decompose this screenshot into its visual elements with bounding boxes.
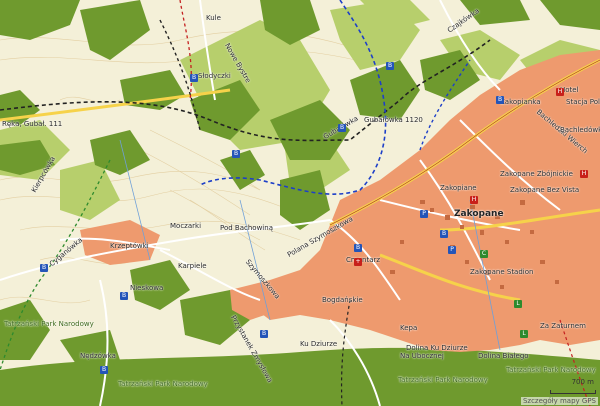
hotel-icon[interactable]: H bbox=[580, 170, 588, 178]
parking-icon[interactable]: P bbox=[420, 210, 428, 218]
bus-stop-icon[interactable]: B bbox=[260, 330, 268, 338]
label-dolina-bialego: Dolina Białego bbox=[478, 352, 529, 360]
bus-stop-icon[interactable]: B bbox=[190, 74, 198, 82]
hotel-icon[interactable]: H bbox=[556, 88, 564, 96]
label-kule: Kule bbox=[206, 14, 221, 22]
label-zakopane: Zakopane bbox=[454, 209, 504, 219]
label-pod-bachowina: Pod Bachowiną bbox=[220, 224, 273, 232]
label-zakopiane: Zakopiane bbox=[440, 184, 477, 192]
label-zakopianka: Zakopianka bbox=[500, 98, 541, 106]
label-slodyczki: Słodyczki bbox=[198, 72, 231, 80]
bus-stop-icon[interactable]: B bbox=[100, 366, 108, 374]
bus-stop-icon[interactable]: B bbox=[40, 264, 48, 272]
scale-bar bbox=[550, 386, 596, 394]
bus-stop-icon[interactable]: B bbox=[440, 230, 448, 238]
label-na-ubocznej: Na Ubocznej bbox=[400, 352, 444, 360]
label-dolina-ku-dziurze: Dolina Ku Dziurze bbox=[406, 344, 468, 352]
label-bachledowka: Bachledówka bbox=[560, 126, 600, 134]
bus-stop-icon[interactable]: B bbox=[496, 96, 504, 104]
bus-stop-icon[interactable]: B bbox=[232, 150, 240, 158]
label-nieskowa: Nieskowa bbox=[130, 284, 164, 292]
label-ku-dziurze: Ku Dziurze bbox=[300, 340, 338, 348]
lift-icon[interactable]: L bbox=[514, 300, 522, 308]
label-tpn-east: Tatrzański Park Narodowy bbox=[506, 366, 596, 374]
label-tpn-southeast: Tatrzański Park Narodowy bbox=[398, 376, 488, 384]
church-icon[interactable]: + bbox=[354, 258, 362, 266]
parking-icon[interactable]: P bbox=[448, 246, 456, 254]
hotel-icon[interactable]: H bbox=[470, 196, 478, 204]
label-reka-gubal: Ręka, Gubał. 111 bbox=[2, 120, 63, 128]
label-moczarki: Moczarki bbox=[170, 222, 202, 230]
bus-stop-icon[interactable]: B bbox=[338, 124, 346, 132]
label-karpiele: Karpiele bbox=[178, 262, 207, 270]
label-tpn-west: Tatrzański Park Narodowy bbox=[4, 320, 94, 328]
label-krzeptowki: Krzeptówki bbox=[110, 242, 149, 250]
label-gubalowka-1120: Gubałówka 1120 bbox=[364, 116, 423, 124]
label-zakopane-stadion: Zakopane Stadion bbox=[470, 268, 534, 276]
label-nedzowka: Nędzówka bbox=[80, 352, 116, 360]
label-cmentarz: Cmentarz bbox=[346, 256, 381, 264]
cable-car-icon[interactable]: C bbox=[480, 250, 488, 258]
bus-stop-icon[interactable]: B bbox=[120, 292, 128, 300]
label-stacja-polar: Stacja Polar bbox=[566, 98, 600, 106]
map-canvas[interactable]: Kule Słodyczki Nowe Bystre Czajkówka Bac… bbox=[0, 0, 600, 406]
bus-stop-icon[interactable]: B bbox=[354, 244, 362, 252]
label-zakopane-bez-vista: Zakopane Bez Vista bbox=[510, 186, 580, 194]
label-kepa: Kepa bbox=[400, 324, 418, 332]
label-za-zaturnem: Za Zaturnem bbox=[540, 322, 586, 330]
scale-label: 700 m bbox=[571, 378, 594, 386]
lift-icon[interactable]: L bbox=[520, 330, 528, 338]
label-tpn-south: Tatrzański Park Narodowy bbox=[118, 380, 208, 388]
label-bogdanskie: Bogdańskie bbox=[322, 296, 363, 304]
map-footer: Szczegóły mapy GPS bbox=[520, 397, 598, 405]
label-zakopane-zbojnickie: Zakopane Zbójnickie bbox=[500, 170, 573, 178]
bus-stop-icon[interactable]: B bbox=[386, 62, 394, 70]
